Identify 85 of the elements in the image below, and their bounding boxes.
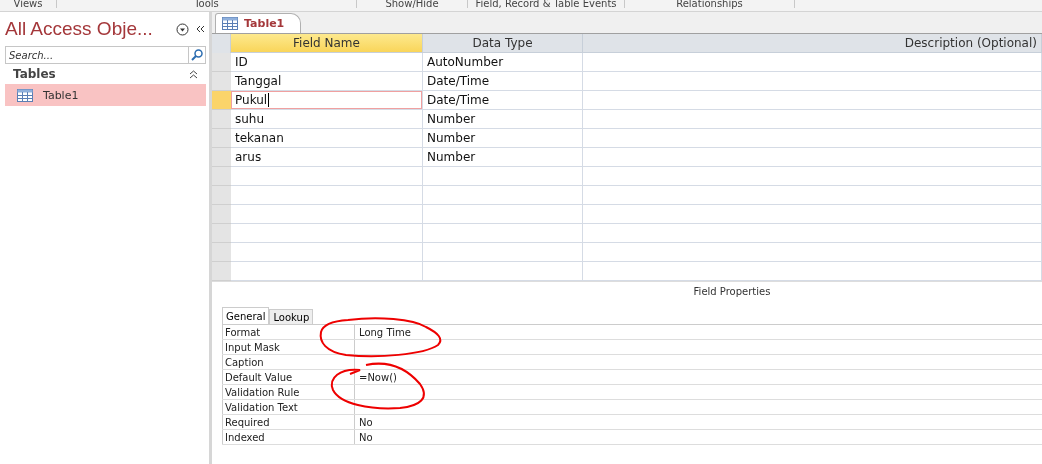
- table-cell[interactable]: [583, 148, 1042, 167]
- row-selector[interactable]: [212, 205, 231, 224]
- table-icon: [17, 88, 33, 102]
- property-name: Default Value: [222, 370, 355, 384]
- table-cell[interactable]: [583, 91, 1042, 110]
- table-cell[interactable]: Number: [423, 148, 583, 167]
- table-icon: [222, 17, 238, 30]
- row-selector[interactable]: [212, 72, 231, 91]
- select-all-corner[interactable]: [212, 34, 231, 53]
- navigation-title: All Access Obje...: [5, 18, 154, 40]
- table-cell[interactable]: AutoNumber: [423, 53, 583, 72]
- table-cell[interactable]: [231, 262, 423, 281]
- row-selector[interactable]: [212, 224, 231, 243]
- row-selector[interactable]: [212, 91, 231, 110]
- table-cell[interactable]: Number: [423, 110, 583, 129]
- table-cell[interactable]: [231, 205, 423, 224]
- section-title: Field Properties: [693, 286, 771, 297]
- ribbon-group-label: Relationships: [625, 0, 795, 8]
- property-value[interactable]: No: [355, 415, 1042, 429]
- property-name: Caption: [222, 355, 355, 369]
- row-selector[interactable]: [212, 148, 231, 167]
- navigation-item[interactable]: Table1: [5, 84, 206, 106]
- ribbon-group-label: Show/Hide: [357, 0, 468, 8]
- collapse-up-icon[interactable]: [189, 69, 198, 79]
- row-selector[interactable]: [212, 53, 231, 72]
- tab-label: Table1: [244, 17, 285, 30]
- table-cell[interactable]: [583, 243, 1042, 262]
- property-name: Required: [222, 415, 355, 429]
- table-cell[interactable]: [231, 186, 423, 205]
- table-cell[interactable]: [583, 129, 1042, 148]
- search-icon[interactable]: [191, 49, 203, 61]
- table-cell[interactable]: [583, 53, 1042, 72]
- section-header[interactable]: Tables: [13, 67, 56, 81]
- table-cell[interactable]: ID: [231, 53, 423, 72]
- row-selector[interactable]: [212, 129, 231, 148]
- table-cell[interactable]: tekanan: [231, 129, 423, 148]
- table-cell[interactable]: Date/Time: [423, 72, 583, 91]
- table-cell[interactable]: [231, 243, 423, 262]
- row-selector[interactable]: [212, 243, 231, 262]
- table-cell[interactable]: [583, 224, 1042, 243]
- property-tab[interactable]: General: [222, 307, 270, 324]
- ribbon-group-label: Tools: [57, 0, 357, 8]
- property-name: Input Mask: [222, 340, 355, 354]
- document-tab[interactable]: Table1: [215, 13, 302, 33]
- item-label: Table1: [43, 88, 79, 102]
- column-header[interactable]: Description (Optional): [583, 34, 1042, 53]
- ribbon-group-label: Views: [0, 0, 57, 8]
- table-cell[interactable]: [423, 167, 583, 186]
- table-cell[interactable]: [423, 262, 583, 281]
- table-cell[interactable]: [423, 243, 583, 262]
- row-selector[interactable]: [212, 167, 231, 186]
- column-header[interactable]: Field Name: [231, 34, 423, 53]
- table-cell[interactable]: [583, 186, 1042, 205]
- property-value[interactable]: Long Time: [355, 325, 1042, 339]
- ribbon-group-label: Field, Record & Table Events: [468, 0, 625, 8]
- table-cell[interactable]: [423, 224, 583, 243]
- table-cell[interactable]: [231, 167, 423, 186]
- property-value[interactable]: No: [355, 430, 1042, 444]
- table-cell[interactable]: Number: [423, 129, 583, 148]
- table-cell[interactable]: suhu: [231, 110, 423, 129]
- property-name: Indexed: [222, 430, 355, 444]
- table-cell[interactable]: [583, 262, 1042, 281]
- table-cell[interactable]: [583, 167, 1042, 186]
- table-cell[interactable]: arus: [231, 148, 423, 167]
- property-name: Format: [222, 325, 355, 339]
- table-cell[interactable]: [583, 110, 1042, 129]
- search-field[interactable]: Search...: [5, 46, 188, 64]
- table-cell[interactable]: Pukul: [231, 91, 423, 110]
- table-cell[interactable]: Tanggal: [231, 72, 423, 91]
- row-selector[interactable]: [212, 186, 231, 205]
- column-header[interactable]: Data Type: [423, 34, 583, 53]
- table-cell[interactable]: [583, 72, 1042, 91]
- row-selector[interactable]: [212, 110, 231, 129]
- property-name: Validation Text: [222, 400, 355, 414]
- collapse-icon[interactable]: [194, 24, 206, 34]
- property-name: Validation Rule: [222, 385, 355, 399]
- table-cell[interactable]: [231, 224, 423, 243]
- property-tab[interactable]: Lookup: [269, 309, 314, 324]
- dropdown-icon[interactable]: [176, 22, 189, 36]
- property-value[interactable]: =Now(): [355, 370, 1042, 384]
- table-cell[interactable]: [583, 205, 1042, 224]
- row-selector[interactable]: [212, 262, 231, 281]
- table-cell[interactable]: Date/Time: [423, 91, 583, 110]
- table-cell[interactable]: [423, 205, 583, 224]
- table-cell[interactable]: [423, 186, 583, 205]
